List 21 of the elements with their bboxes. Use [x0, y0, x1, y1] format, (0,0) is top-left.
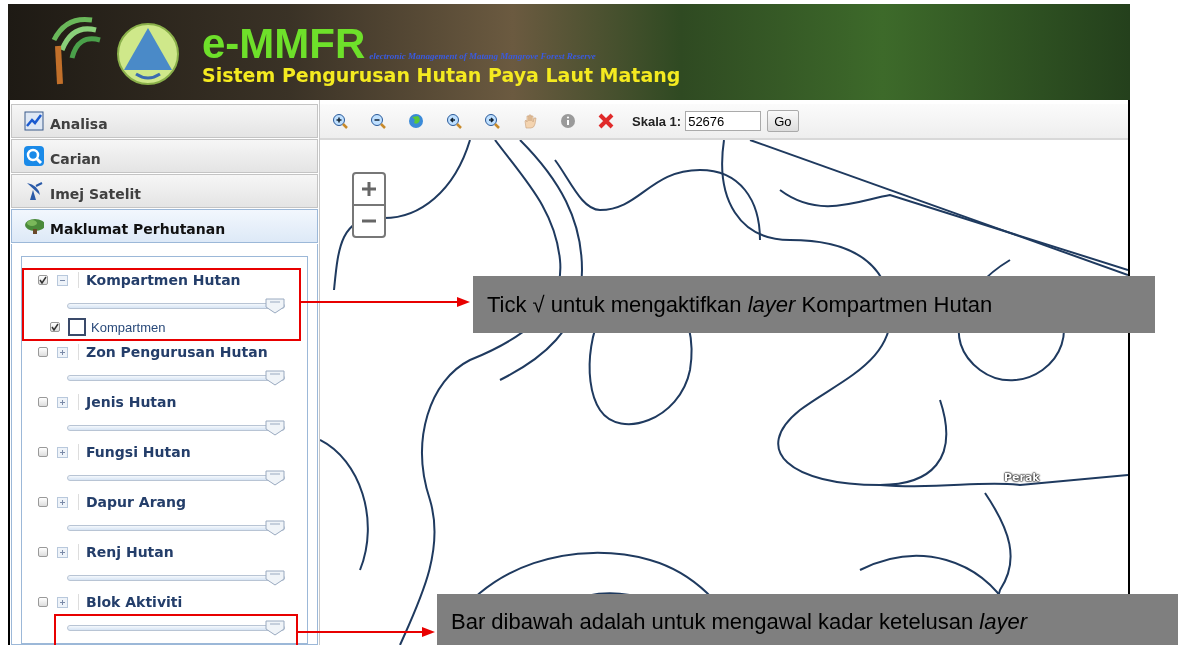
layer-name: Fungsi Hutan — [78, 444, 191, 460]
layer-name: Blok Aktiviti — [78, 594, 183, 610]
accordion-header[interactable]: Imej Satelit — [11, 174, 318, 208]
layer-name: Kompartmen Hutan — [78, 272, 241, 288]
accordion-header[interactable]: Analisa — [11, 104, 318, 138]
scale-label: Skala 1: — [632, 113, 682, 129]
go-button[interactable]: Go — [767, 110, 799, 132]
app-subtitle: Sistem Pengurusan Hutan Paya Laut Matang — [202, 65, 681, 86]
accordion-header[interactable]: Carian — [11, 139, 318, 173]
layer-name: Zon Pengurusan Hutan — [78, 344, 268, 360]
map-place-label: Perak — [1004, 471, 1040, 484]
sublayer-name: Kompartmen — [91, 319, 166, 335]
layer-name: Dapur Arang — [78, 494, 186, 510]
layer-name: Jenis Hutan — [78, 394, 177, 410]
accordion-header[interactable]: Maklumat Perhutanan — [11, 209, 318, 243]
app-tagline: electronic Management of Matang Mangrove Forest Reserve — [369, 51, 596, 64]
scale-input[interactable]: 52676 — [685, 111, 762, 131]
callout-note: Bar dibawah adalah untuk mengawal kadar ketelusan layer — [437, 594, 1178, 645]
layer-name: Renj Hutan — [78, 544, 174, 560]
callout-note: Tick √ untuk mengaktifkan layer Kompartmen Hutan — [473, 276, 1155, 333]
app-title: e-MMFR — [202, 23, 366, 66]
